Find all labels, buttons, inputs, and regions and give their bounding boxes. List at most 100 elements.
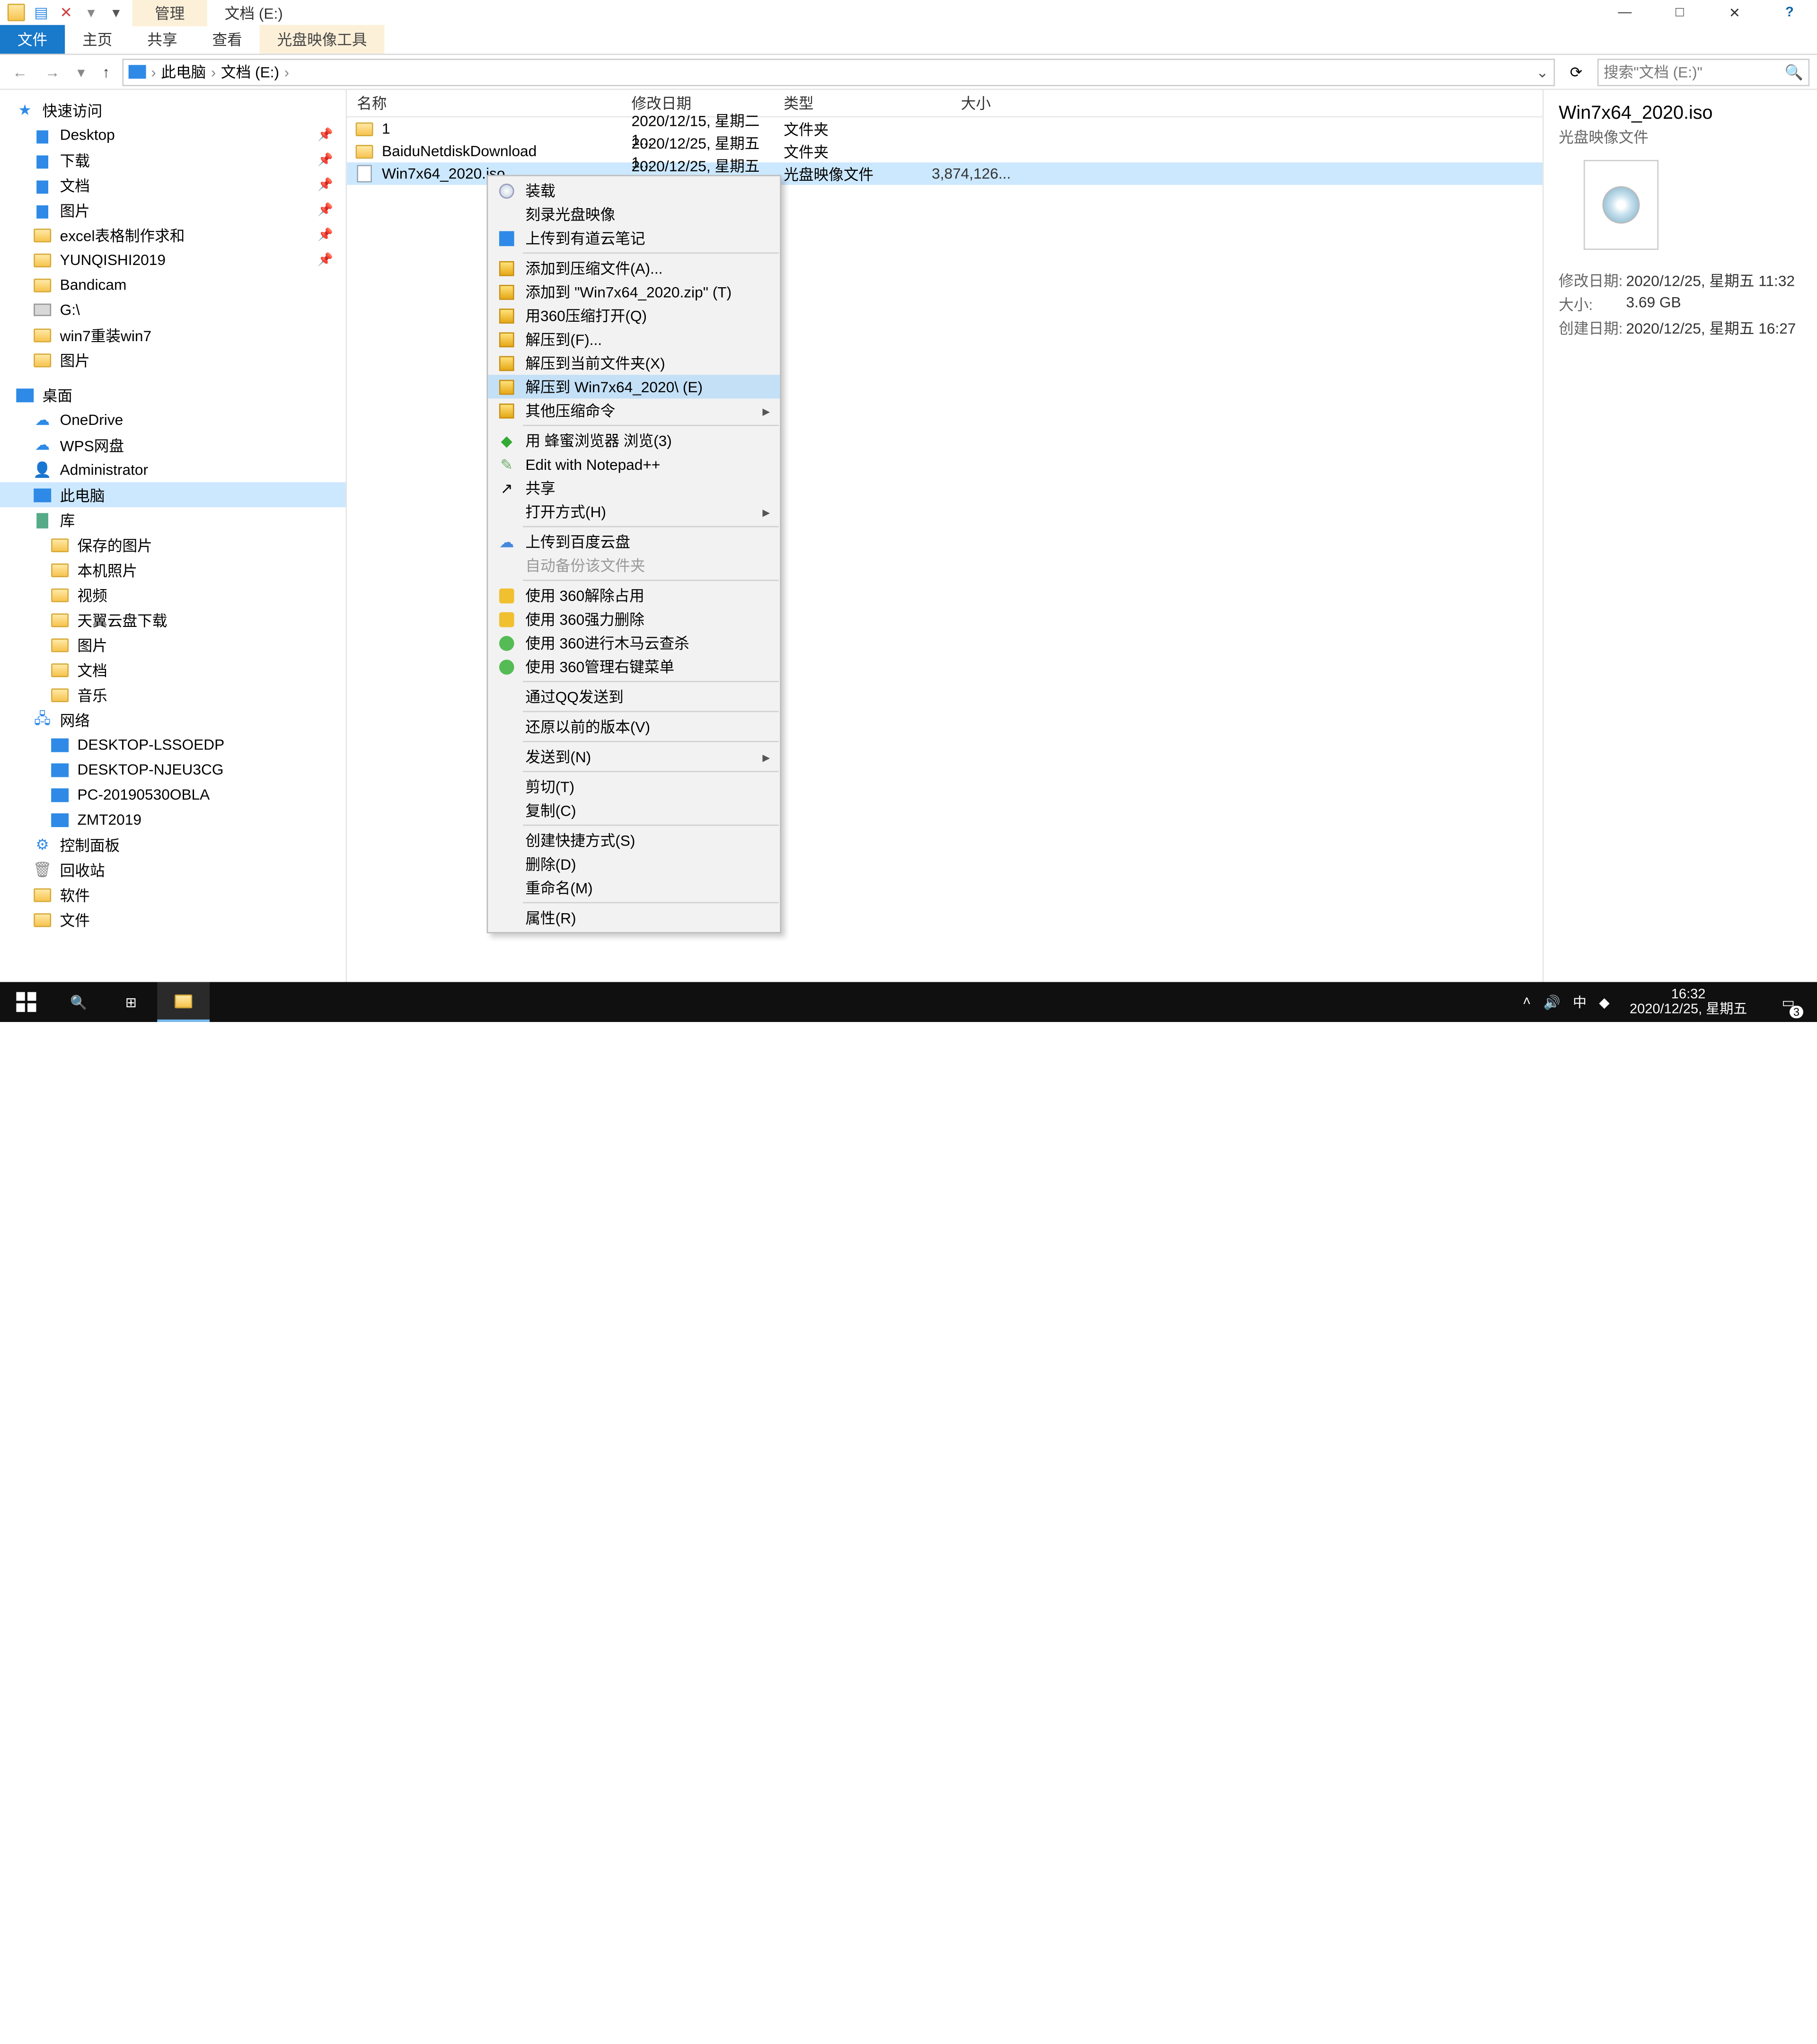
refresh-button[interactable]: ⟳ [1562, 63, 1590, 80]
nav-history-dropdown[interactable]: ▾ [72, 63, 90, 80]
context-menu-item[interactable]: 上传到有道云笔记 [488, 226, 780, 250]
breadcrumb-item[interactable]: 此电脑 [156, 61, 211, 82]
context-menu-item[interactable]: 使用 360强力删除 [488, 607, 780, 631]
tray-overflow-icon[interactable]: ˄ [1523, 995, 1531, 1010]
context-menu-item[interactable]: 属性(R) [488, 906, 780, 929]
tree-item[interactable]: G:\ [0, 297, 346, 322]
context-menu-item[interactable]: 刻录光盘映像 [488, 203, 780, 226]
context-menu-item[interactable]: ✎Edit with Notepad++ [488, 452, 780, 476]
context-menu-item[interactable]: 创建快捷方式(S) [488, 828, 780, 852]
context-menu-item[interactable]: 添加到压缩文件(A)... [488, 256, 780, 280]
tree-item[interactable]: ▆文档📌 [0, 172, 346, 197]
nav-forward-button[interactable]: → [40, 63, 65, 80]
tree-item[interactable]: 文件 [0, 907, 346, 932]
ribbon-tab-share[interactable]: 共享 [130, 25, 194, 54]
context-menu-item[interactable]: ↗共享 [488, 476, 780, 500]
volume-icon[interactable]: 🔊 [1544, 994, 1561, 1010]
tree-item[interactable]: YUNQISHI2019📌 [0, 247, 346, 273]
context-menu-item[interactable]: 删除(D) [488, 852, 780, 876]
taskbar-explorer[interactable] [157, 982, 210, 1022]
col-type[interactable]: 类型 [774, 92, 901, 114]
tree-item[interactable]: ▆下载📌 [0, 148, 346, 173]
context-menu-item[interactable]: 通过QQ发送到 [488, 685, 780, 708]
nav-back-button[interactable]: ← [8, 63, 33, 80]
ribbon-tab-view[interactable]: 查看 [195, 25, 260, 54]
context-menu-item[interactable]: 复制(C) [488, 798, 780, 822]
help-button[interactable]: ? [1762, 0, 1817, 25]
file-row[interactable]: BaiduNetdiskDownload2020/12/25, 星期五 1...… [347, 140, 1543, 163]
qat-pin-icon[interactable]: ▤ [33, 4, 50, 21]
context-menu-item[interactable]: ☁上传到百度云盘 [488, 530, 780, 554]
tree-item[interactable]: 图片 [0, 347, 346, 372]
context-menu-item[interactable]: 还原以前的版本(V) [488, 714, 780, 738]
context-menu-item[interactable]: 打开方式(H)▸ [488, 500, 780, 523]
tree-item[interactable]: ▆Desktop📌 [0, 123, 346, 148]
tree-item[interactable]: ★快速访问 [0, 97, 346, 123]
nav-up-button[interactable]: ↑ [97, 63, 115, 80]
search-button[interactable]: 🔍 [53, 982, 105, 1022]
qat-undo-icon[interactable]: ✕ [57, 4, 75, 21]
tree-item[interactable]: 音乐 [0, 682, 346, 707]
ribbon-tab-disc-tools[interactable]: 光盘映像工具 [260, 25, 385, 54]
tray-app-icon[interactable]: ◆ [1599, 994, 1609, 1010]
col-name[interactable]: 名称 [347, 92, 621, 114]
tree-item[interactable]: DESKTOP-NJEU3CG [0, 757, 346, 782]
nav-tree[interactable]: ★快速访问▆Desktop📌▆下载📌▆文档📌▆图片📌excel表格制作求和📌YU… [0, 90, 347, 993]
tree-item[interactable]: 🗑回收站 [0, 857, 346, 882]
tree-item[interactable]: Bandicam [0, 273, 346, 298]
tree-item[interactable]: 👤Administrator [0, 457, 346, 482]
context-menu-item[interactable]: ◆用 蜂蜜浏览器 浏览(3) [488, 429, 780, 452]
breadcrumb-item[interactable]: 文档 (E:) [216, 61, 284, 82]
tree-item[interactable]: 视频 [0, 582, 346, 608]
ribbon-tab-file[interactable]: 文件 [0, 25, 65, 54]
tree-item[interactable]: PC-20190530OBLA [0, 782, 346, 807]
tree-item[interactable]: 天翼云盘下载 [0, 607, 346, 632]
qat-redo-icon[interactable]: ▾ [82, 4, 100, 21]
context-menu-item[interactable]: 重命名(M) [488, 876, 780, 899]
tree-item[interactable]: 图片 [0, 632, 346, 657]
tree-item[interactable]: ⚙控制面板 [0, 832, 346, 857]
context-menu-item[interactable]: 使用 360管理右键菜单 [488, 655, 780, 678]
tree-item[interactable]: ▆图片📌 [0, 197, 346, 222]
action-center-button[interactable]: ▭ 3 [1767, 982, 1810, 1022]
minimize-button[interactable]: — [1597, 0, 1652, 25]
tree-item[interactable]: 本机照片 [0, 557, 346, 582]
col-size[interactable]: 大小 [901, 92, 1001, 114]
tree-item[interactable]: excel表格制作求和📌 [0, 222, 346, 247]
context-menu-item[interactable]: 发送到(N)▸ [488, 745, 780, 768]
close-button[interactable]: ✕ [1707, 0, 1762, 25]
qat-dropdown-icon[interactable]: ▾ [107, 4, 125, 21]
tree-item[interactable]: 此电脑 [0, 482, 346, 507]
maximize-button[interactable]: □ [1652, 0, 1707, 25]
file-row[interactable]: 12020/12/15, 星期二 1...文件夹 [347, 117, 1543, 140]
context-menu-item[interactable]: 使用 360进行木马云查杀 [488, 631, 780, 654]
tree-item[interactable]: 软件 [0, 882, 346, 907]
context-menu-item[interactable]: 使用 360解除占用 [488, 583, 780, 607]
tree-item[interactable]: win7重装win7 [0, 322, 346, 347]
tree-item[interactable]: 保存的图片 [0, 532, 346, 557]
context-menu-item[interactable]: 解压到(F)... [488, 327, 780, 351]
clock[interactable]: 16:32 2020/12/25, 星期五 [1622, 987, 1755, 1017]
context-menu-item[interactable]: 其他压缩命令▸ [488, 398, 780, 422]
ribbon-tab-home[interactable]: 主页 [65, 25, 130, 54]
tree-item[interactable]: ▇库 [0, 507, 346, 532]
ime-indicator[interactable]: 中 [1573, 992, 1587, 1012]
context-menu-item[interactable]: 装载 [488, 179, 780, 203]
context-menu-item[interactable]: 添加到 "Win7x64_2020.zip" (T) [488, 280, 780, 303]
address-dropdown-icon[interactable]: ⌄ [1536, 63, 1549, 80]
start-button[interactable] [0, 982, 53, 1022]
tree-item[interactable]: 桌面 [0, 382, 346, 407]
context-menu-item[interactable]: 用360压缩打开(Q) [488, 304, 780, 327]
tree-item[interactable]: ☁OneDrive [0, 407, 346, 432]
task-view-button[interactable]: ⊞ [105, 982, 158, 1022]
context-menu-item[interactable]: 解压到当前文件夹(X) [488, 351, 780, 375]
tree-item[interactable]: DESKTOP-LSSOEDP [0, 732, 346, 757]
tree-item[interactable]: 文档 [0, 657, 346, 682]
tree-item[interactable]: ZMT2019 [0, 807, 346, 832]
tree-item[interactable]: 🖧网络 [0, 707, 346, 732]
tree-item[interactable]: ☁WPS网盘 [0, 432, 346, 458]
context-menu-item[interactable]: 解压到 Win7x64_2020\ (E) [488, 375, 780, 398]
search-input[interactable]: 搜索"文档 (E:)" 🔍 [1597, 58, 1809, 86]
address-bar[interactable]: › 此电脑 › 文档 (E:) › ⌄ [123, 58, 1555, 86]
context-menu-item[interactable]: 剪切(T) [488, 775, 780, 798]
